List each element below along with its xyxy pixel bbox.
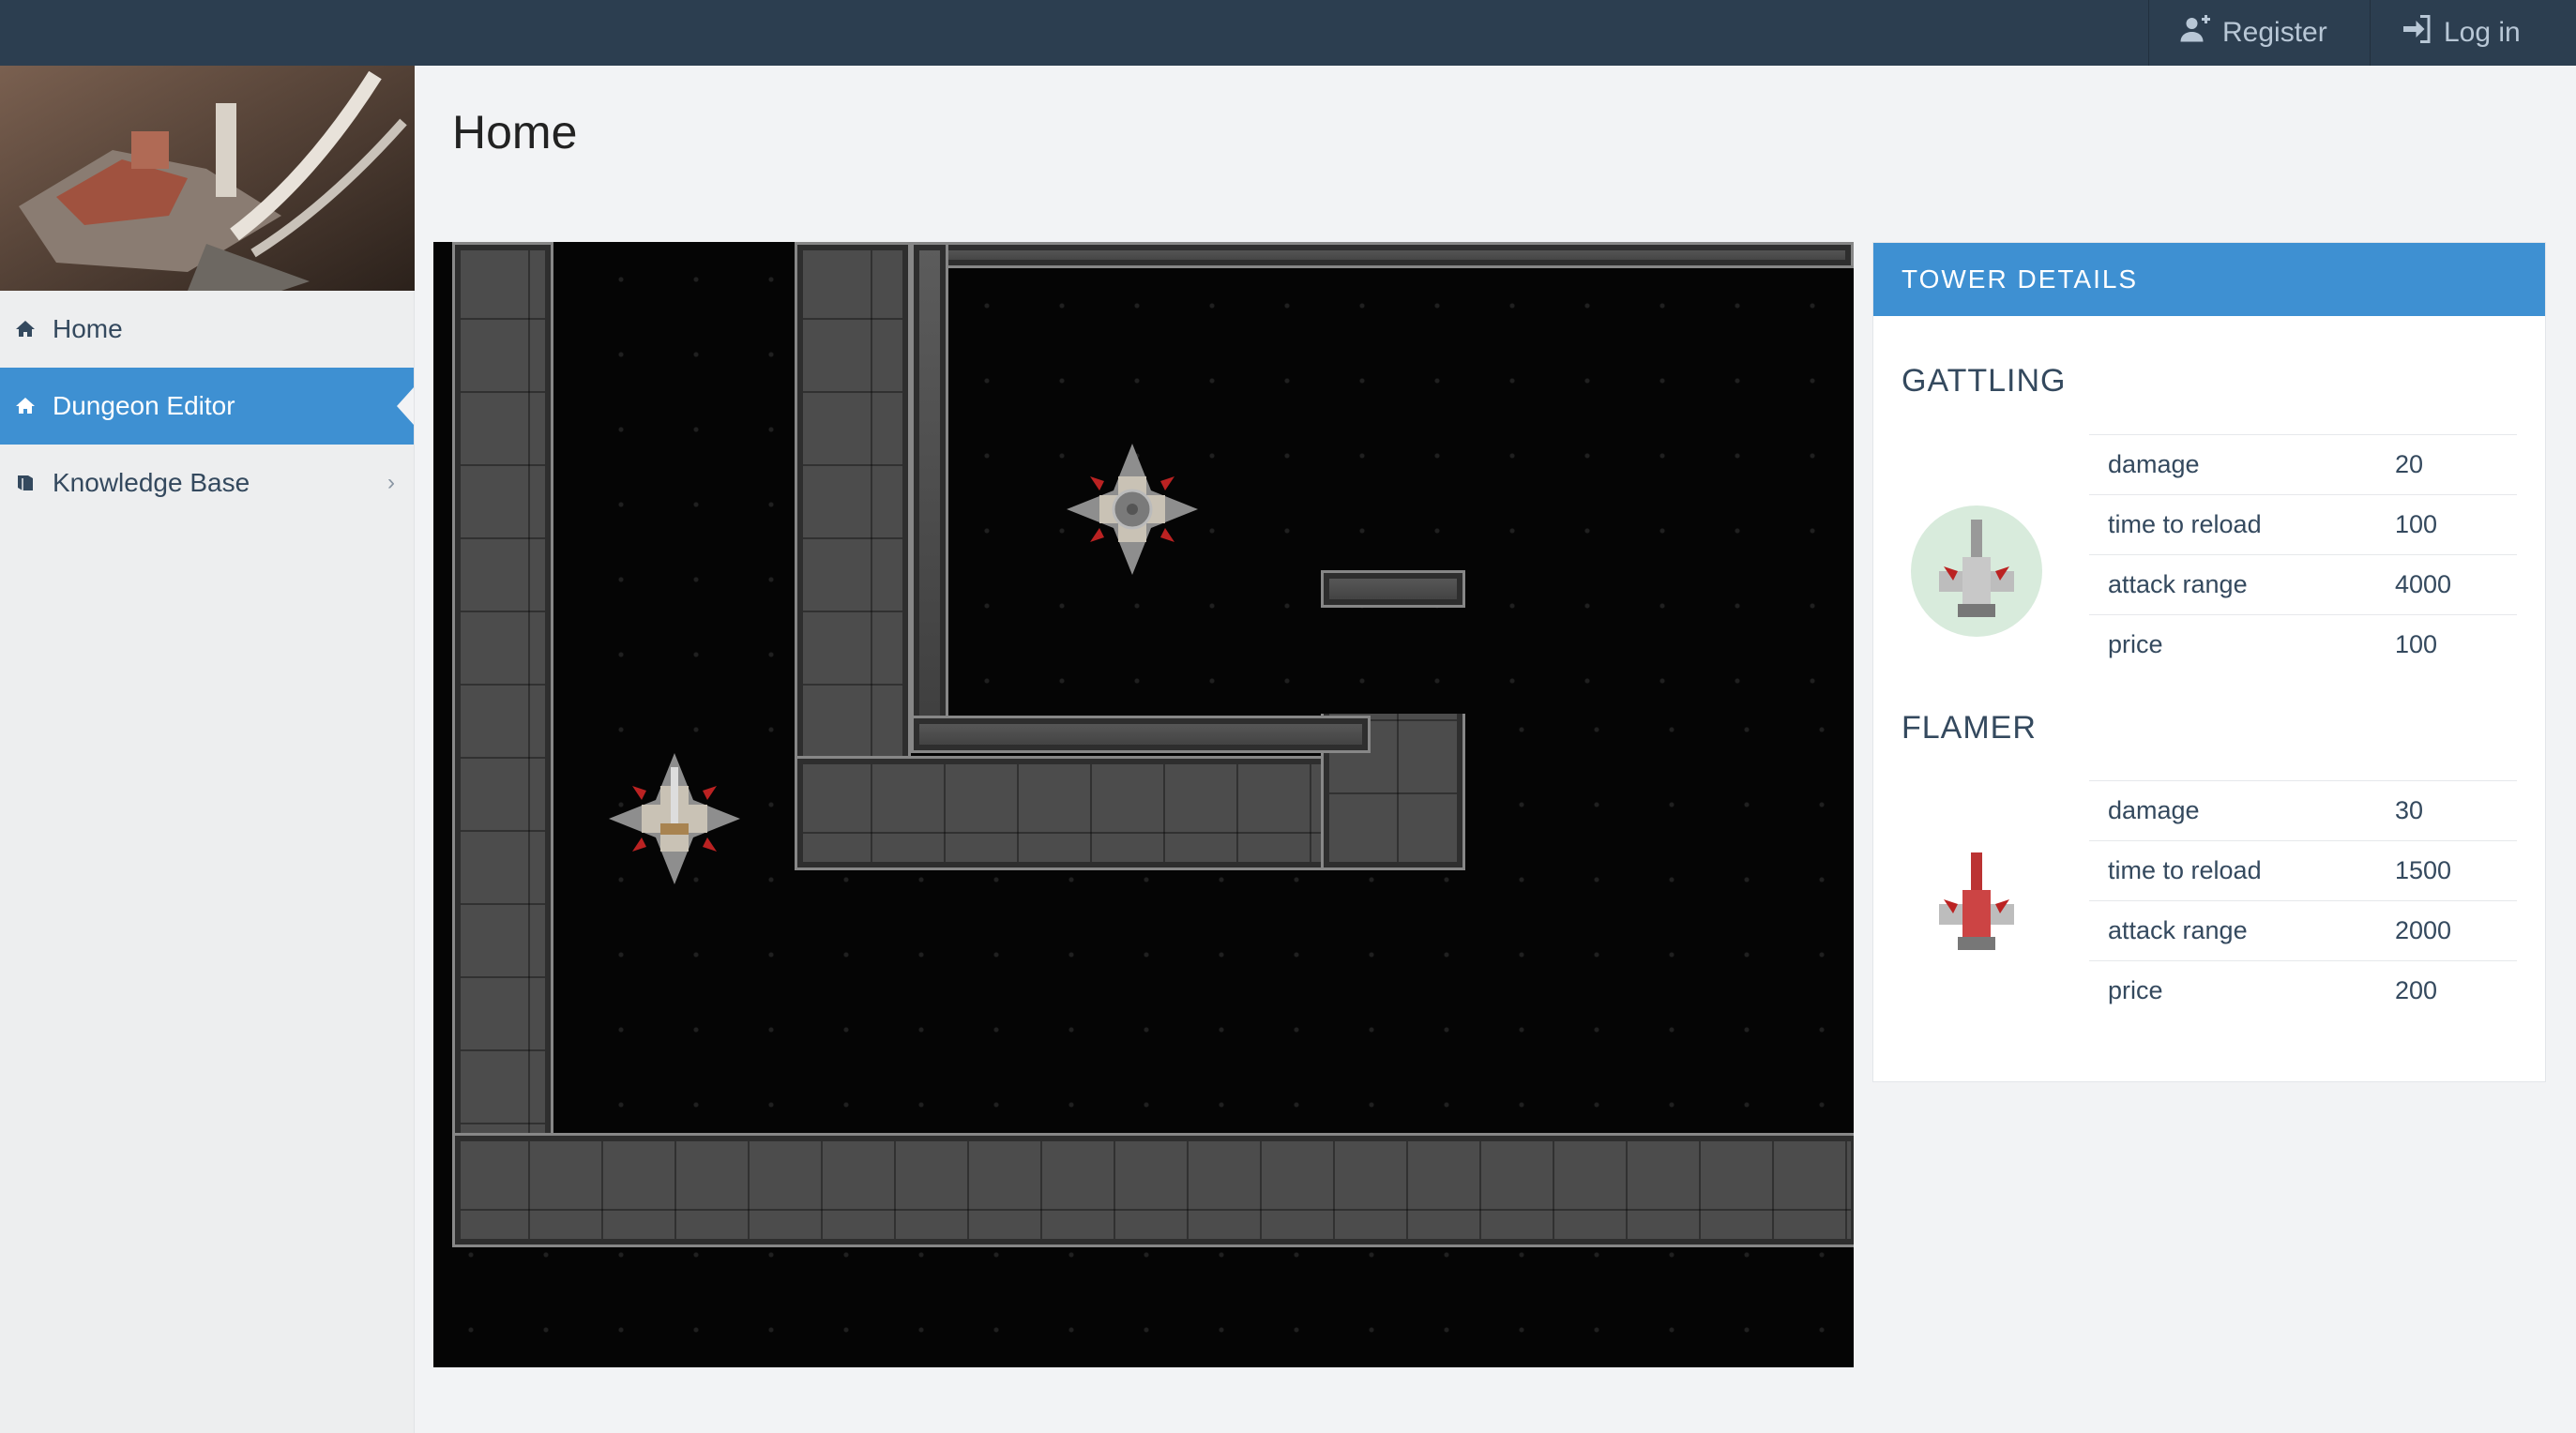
home-icon bbox=[11, 392, 39, 420]
table-row: damage 20 bbox=[2089, 434, 2517, 495]
map-tower-gattling[interactable] bbox=[1062, 439, 1203, 580]
register-link[interactable]: Register bbox=[2148, 0, 2370, 66]
stat-label: time to reload bbox=[2089, 494, 2386, 555]
book-icon bbox=[11, 469, 39, 497]
sidebar-item-label: Dungeon Editor bbox=[53, 391, 235, 420]
stat-label: damage bbox=[2089, 434, 2386, 495]
table-row: damage 30 bbox=[2089, 780, 2517, 841]
table-row: price 200 bbox=[2089, 960, 2517, 1021]
stat-label: attack range bbox=[2089, 554, 2386, 615]
stat-value: 200 bbox=[2386, 960, 2517, 1021]
stat-value: 100 bbox=[2386, 494, 2517, 555]
tower-name-flamer: FLAMER bbox=[1902, 710, 2037, 746]
tower-details-panel: TOWER DETAILS GATTLING damage 20 time to… bbox=[1872, 242, 2546, 1082]
table-row: price 100 bbox=[2089, 614, 2517, 675]
sidebar-item-home[interactable]: Home bbox=[0, 291, 414, 368]
stat-label: time to reload bbox=[2089, 840, 2386, 901]
map-wall-room-notch bbox=[1321, 570, 1465, 608]
sidebar-menu: Home Dungeon Editor Knowledge Base › bbox=[0, 291, 414, 521]
stat-value: 4000 bbox=[2386, 554, 2517, 615]
table-row: attack range 2000 bbox=[2089, 900, 2517, 961]
stat-value: 2000 bbox=[2386, 900, 2517, 961]
login-label: Log in bbox=[2444, 17, 2521, 48]
user-plus-icon bbox=[2179, 12, 2213, 53]
map-tower-flamer[interactable] bbox=[604, 748, 745, 889]
sidebar-item-dungeon-editor[interactable]: Dungeon Editor bbox=[0, 368, 414, 445]
map-wall-room-left bbox=[911, 242, 948, 748]
stat-label: price bbox=[2089, 960, 2386, 1021]
sidebar-banner-image bbox=[0, 66, 415, 291]
map-wall-room-bottom bbox=[911, 716, 1371, 753]
stat-value: 1500 bbox=[2386, 840, 2517, 901]
chevron-right-icon: › bbox=[387, 470, 395, 495]
sidebar-item-knowledge-base[interactable]: Knowledge Base › bbox=[0, 445, 414, 521]
stat-value: 20 bbox=[2386, 434, 2517, 495]
page-title: Home bbox=[452, 106, 578, 158]
stat-label: price bbox=[2089, 614, 2386, 675]
flamer-stats-table: damage 30 time to reload 1500 attack ran… bbox=[2089, 780, 2517, 1021]
gattling-stats-table: damage 20 time to reload 100 attack rang… bbox=[2089, 434, 2517, 675]
sidebar-item-label: Knowledge Base bbox=[53, 468, 250, 497]
register-label: Register bbox=[2222, 17, 2327, 48]
home-icon bbox=[11, 315, 39, 343]
top-navbar: Register Log in bbox=[0, 0, 2576, 66]
table-row: time to reload 1500 bbox=[2089, 840, 2517, 901]
stat-label: attack range bbox=[2089, 900, 2386, 961]
stat-value: 100 bbox=[2386, 614, 2517, 675]
sign-in-icon bbox=[2401, 12, 2434, 53]
map-wall-top bbox=[911, 242, 1854, 268]
tower-name-gattling: GATTLING bbox=[1902, 363, 2067, 399]
panel-header: TOWER DETAILS bbox=[1873, 243, 2545, 316]
sidebar-item-label: Home bbox=[53, 314, 123, 343]
map-wall-left bbox=[452, 242, 553, 1247]
map-wall-bottom bbox=[452, 1133, 1854, 1247]
table-row: attack range 4000 bbox=[2089, 554, 2517, 615]
gattling-tower-icon bbox=[1911, 505, 2042, 637]
stat-label: damage bbox=[2089, 780, 2386, 841]
login-link[interactable]: Log in bbox=[2370, 0, 2576, 66]
table-row: time to reload 100 bbox=[2089, 494, 2517, 555]
sidebar: Home Dungeon Editor Knowledge Base › bbox=[0, 66, 415, 1433]
stat-value: 30 bbox=[2386, 780, 2517, 841]
flamer-tower-icon bbox=[1911, 838, 2042, 970]
dungeon-map-canvas[interactable] bbox=[433, 242, 1854, 1367]
